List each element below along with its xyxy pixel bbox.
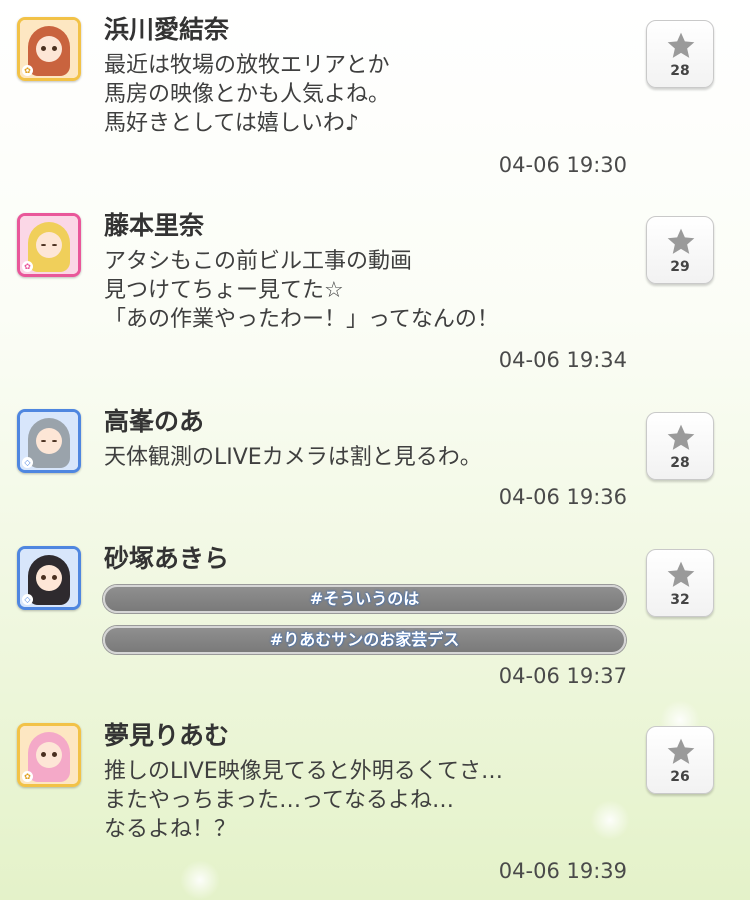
like-button[interactable]: 28: [646, 412, 714, 480]
post-message: 推しのLIVE映像見てると外明るくてさ… またやっちまった…ってなるよね… なる…: [104, 757, 503, 844]
like-count: 28: [670, 63, 690, 79]
message-line: 天体観測のLIVEカメラは割と見るわ。: [104, 445, 482, 470]
author-name: 浜川愛結奈: [104, 15, 230, 44]
feed-post: ◇ 砂塚あきら #そういうのは #りあむサンのお家芸デス 04-06 19:37…: [0, 544, 750, 696]
message-line: またやっちまった…ってなるよね…: [104, 788, 455, 813]
author-name: 藤本里奈: [104, 211, 205, 240]
post-message: 天体観測のLIVEカメラは割と見るわ。: [104, 443, 482, 472]
hashtag-button[interactable]: #りあむサンのお家芸デス: [103, 626, 626, 654]
like-count: 32: [670, 592, 690, 608]
attribute-badge-icon: ✿: [22, 261, 33, 272]
message-line: 「あの作業やったわー！」ってなんの！: [104, 307, 499, 332]
attribute-badge-icon: ◇: [22, 594, 33, 605]
like-button[interactable]: 28: [646, 20, 714, 88]
like-count: 28: [670, 455, 690, 471]
avatar[interactable]: ◇: [17, 546, 81, 610]
like-count: 26: [670, 769, 690, 785]
star-icon: [667, 32, 695, 58]
avatar[interactable]: ◇: [17, 409, 81, 473]
post-message: アタシもこの前ビル工事の動画 見つけてちょー見てた☆ 「あの作業やったわー！」っ…: [104, 247, 499, 334]
like-button[interactable]: 29: [646, 216, 714, 284]
attribute-badge-icon: ✿: [22, 65, 33, 76]
message-line: 見つけてちょー見てた☆: [104, 278, 344, 303]
feed-post: ✿ 浜川愛結奈 最近は牧場の放牧エリアとか 馬房の映像とかも人気よね。 馬好きと…: [0, 15, 750, 187]
post-message: 最近は牧場の放牧エリアとか 馬房の映像とかも人気よね。 馬好きとしては嬉しいわ♪: [104, 51, 390, 138]
like-button[interactable]: 26: [646, 726, 714, 794]
star-icon: [667, 561, 695, 587]
author-name: 砂塚あきら: [104, 544, 230, 573]
post-timestamp: 04-06 19:34: [498, 348, 627, 372]
message-line: 馬好きとしては嬉しいわ♪: [104, 111, 359, 136]
message-line: 馬房の映像とかも人気よね。: [104, 82, 391, 107]
post-timestamp: 04-06 19:30: [498, 153, 627, 177]
feed-post: ✿ 藤本里奈 アタシもこの前ビル工事の動画 見つけてちょー見てた☆ 「あの作業や…: [0, 211, 750, 383]
post-timestamp: 04-06 19:39: [498, 859, 627, 883]
hashtag-button[interactable]: #そういうのは: [103, 585, 626, 613]
star-icon: [667, 228, 695, 254]
avatar[interactable]: ✿: [17, 723, 81, 787]
avatar[interactable]: ✿: [17, 17, 81, 81]
attribute-badge-icon: ✿: [22, 771, 33, 782]
message-line: 最近は牧場の放牧エリアとか: [104, 53, 390, 78]
post-timestamp: 04-06 19:36: [498, 485, 627, 509]
feed-post: ◇ 高峯のあ 天体観測のLIVEカメラは割と見るわ。 04-06 19:36 2…: [0, 407, 750, 519]
message-line: なるよね！？: [104, 817, 237, 842]
author-name: 高峯のあ: [104, 407, 205, 436]
avatar[interactable]: ✿: [17, 213, 81, 277]
message-line: 推しのLIVE映像見てると外明るくてさ…: [104, 759, 504, 784]
star-icon: [667, 738, 695, 764]
star-icon: [667, 424, 695, 450]
attribute-badge-icon: ◇: [22, 457, 33, 468]
like-button[interactable]: 32: [646, 549, 714, 617]
author-name: 夢見りあむ: [104, 721, 230, 750]
feed-post: ✿ 夢見りあむ 推しのLIVE映像見てると外明るくてさ… またやっちまった…って…: [0, 721, 750, 893]
message-line: アタシもこの前ビル工事の動画: [104, 249, 413, 274]
post-timestamp: 04-06 19:37: [498, 664, 627, 688]
like-count: 29: [670, 259, 690, 275]
